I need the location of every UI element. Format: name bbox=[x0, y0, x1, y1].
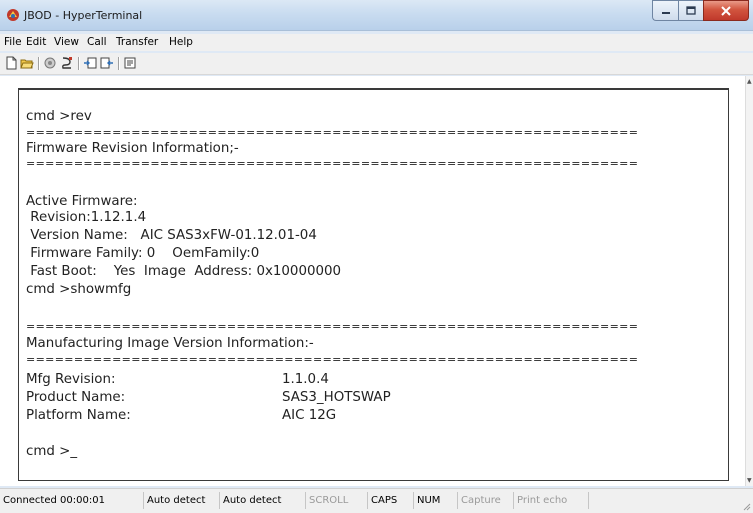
status-bar: Connected 00:00:01 Auto detect Auto dete… bbox=[0, 488, 753, 513]
menu-transfer[interactable]: Transfer bbox=[116, 36, 158, 48]
scroll-down-icon[interactable]: ▼ bbox=[747, 477, 752, 484]
send-file-icon[interactable] bbox=[83, 56, 97, 70]
terminal-line: Firmware Family: 0 OemFamily:0 bbox=[26, 246, 260, 261]
menu-help[interactable]: Help bbox=[169, 36, 193, 48]
print-echo-indicator: Print echo bbox=[513, 492, 589, 509]
terminal-line: cmd >rev bbox=[26, 109, 92, 124]
terminal-line: cmd >showmfg bbox=[26, 282, 132, 297]
separator-line: ========================================… bbox=[26, 126, 639, 139]
platform-name-label: Platform Name: bbox=[26, 408, 131, 423]
command-prompt: cmd >_ bbox=[26, 444, 78, 459]
terminal-line: Firmware Revision Information;- bbox=[26, 141, 239, 156]
resize-grip-icon[interactable] bbox=[741, 501, 751, 511]
baud-detect-status: Auto detect bbox=[219, 492, 305, 509]
separator-line: ========================================… bbox=[26, 157, 639, 170]
connection-status: Connected 00:00:01 bbox=[3, 495, 105, 506]
terminal-line: Manufacturing Image Version Information:… bbox=[26, 336, 314, 351]
receive-file-icon[interactable] bbox=[100, 56, 114, 70]
minimize-icon bbox=[661, 11, 670, 14]
maximize-icon bbox=[686, 6, 696, 15]
terminal-line: Revision:1.12.1.4 bbox=[26, 210, 147, 225]
menu-call[interactable]: Call bbox=[87, 36, 107, 48]
hyperterminal-app-icon[interactable] bbox=[6, 8, 20, 22]
product-name-value: SAS3_HOTSWAP bbox=[282, 390, 391, 405]
vertical-scrollbar[interactable]: ▲ ▼ bbox=[745, 76, 753, 486]
maximize-button[interactable] bbox=[678, 0, 703, 21]
scroll-up-icon[interactable]: ▲ bbox=[747, 78, 752, 85]
toolbar-separator bbox=[78, 57, 80, 70]
menu-view[interactable]: View bbox=[54, 36, 79, 48]
menu-bar: File Edit View Call Transfer Help bbox=[0, 34, 753, 51]
toolbar-separator bbox=[118, 57, 120, 70]
mfg-revision-value: 1.1.0.4 bbox=[282, 372, 329, 387]
menu-edit[interactable]: Edit bbox=[26, 36, 46, 48]
window-title: JBOD - HyperTerminal bbox=[24, 9, 143, 22]
terminal-line: Active Firmware: bbox=[26, 194, 138, 209]
separator-line: ========================================… bbox=[26, 353, 639, 366]
close-icon bbox=[721, 5, 731, 16]
close-button[interactable] bbox=[703, 0, 749, 21]
new-file-icon[interactable] bbox=[4, 56, 18, 70]
toolbar-separator bbox=[38, 57, 40, 70]
terminal-line: Version Name: AIC SAS3xFW-01.12.01-04 bbox=[26, 228, 317, 243]
separator-line: ========================================… bbox=[26, 320, 639, 333]
product-name-label: Product Name: bbox=[26, 390, 126, 405]
caps-lock-indicator: CAPS bbox=[367, 492, 413, 509]
title-bar: JBOD - HyperTerminal bbox=[0, 0, 753, 31]
call-icon[interactable] bbox=[43, 56, 57, 70]
menu-file[interactable]: File bbox=[4, 36, 22, 48]
disconnect-icon[interactable] bbox=[60, 56, 74, 70]
platform-name-value: AIC 12G bbox=[282, 408, 337, 423]
minimize-button[interactable] bbox=[652, 0, 678, 21]
mfg-revision-label: Mfg Revision: bbox=[26, 372, 116, 387]
properties-icon[interactable] bbox=[123, 56, 137, 70]
terminal-detect-status: Auto detect bbox=[143, 492, 219, 509]
terminal-window[interactable]: cmd >rev ===============================… bbox=[0, 76, 745, 486]
toolbar bbox=[0, 53, 753, 75]
open-folder-icon[interactable] bbox=[20, 56, 34, 70]
num-lock-indicator: NUM bbox=[413, 492, 457, 509]
terminal-line: Fast Boot: Yes Image Address: 0x10000000 bbox=[26, 264, 342, 279]
scroll-lock-indicator: SCROLL bbox=[305, 492, 367, 509]
capture-indicator: Capture bbox=[457, 492, 513, 509]
